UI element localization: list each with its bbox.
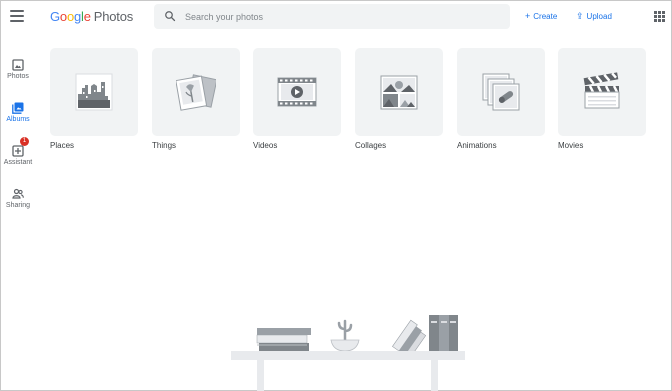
upload-label: Upload bbox=[586, 12, 612, 21]
hamburger-line bbox=[10, 20, 24, 22]
google-photos-logo[interactable]: Google Photos bbox=[50, 9, 133, 24]
category-card-collages[interactable] bbox=[355, 48, 443, 136]
videos-icon bbox=[277, 77, 317, 107]
sidebar-item-photos[interactable]: Photos bbox=[1, 58, 35, 80]
search-bar[interactable] bbox=[154, 4, 510, 29]
albums-icon bbox=[12, 101, 24, 114]
plus-icon: + bbox=[525, 11, 531, 21]
sidebar-item-label: Assistant bbox=[3, 159, 33, 166]
sidebar-item-albums[interactable]: Albums bbox=[1, 101, 35, 123]
sidebar-item-sharing[interactable]: Sharing bbox=[1, 187, 35, 209]
photo-icon bbox=[12, 58, 24, 71]
hamburger-line bbox=[10, 15, 24, 17]
main-menu-button[interactable] bbox=[10, 10, 24, 22]
search-icon bbox=[165, 11, 176, 22]
upload-button[interactable]: ⇪ Upload bbox=[576, 11, 612, 22]
category-label: Animations bbox=[457, 141, 497, 150]
category-card-things[interactable] bbox=[152, 48, 240, 136]
category-card-movies[interactable] bbox=[558, 48, 646, 136]
hamburger-line bbox=[10, 10, 24, 12]
create-button[interactable]: + Create bbox=[525, 11, 557, 21]
upload-icon: ⇪ bbox=[576, 11, 584, 21]
movies-icon bbox=[583, 72, 620, 109]
product-name: Photos bbox=[93, 9, 134, 24]
assistant-icon: 1 bbox=[12, 137, 29, 157]
category-card-places[interactable] bbox=[50, 48, 138, 136]
notification-badge: 1 bbox=[20, 137, 29, 146]
things-icon bbox=[176, 74, 216, 111]
sidebar-item-assistant[interactable]: 1 Assistant bbox=[1, 137, 35, 166]
sidebar-item-label: Photos bbox=[7, 73, 29, 80]
category-card-animations[interactable] bbox=[457, 48, 545, 136]
category-label: Movies bbox=[558, 141, 584, 150]
bookshelf-illustration bbox=[231, 315, 465, 391]
category-card-videos[interactable] bbox=[253, 48, 341, 136]
sharing-icon bbox=[12, 187, 24, 199]
category-label: Places bbox=[50, 141, 75, 150]
search-input[interactable] bbox=[185, 8, 485, 25]
app-window: GooglePhotos +Create ⇪Upload Photos bbox=[0, 0, 672, 391]
sidebar-item-label: Sharing bbox=[5, 202, 31, 209]
apps-grid-icon[interactable] bbox=[654, 11, 665, 22]
collages-icon bbox=[380, 75, 418, 110]
category-label: Videos bbox=[253, 141, 278, 150]
google-wordmark: Google bbox=[50, 9, 91, 24]
category-label: Things bbox=[152, 141, 177, 150]
top-bar: GooglePhotos +Create ⇪Upload bbox=[1, 1, 672, 33]
create-label: Create bbox=[533, 12, 558, 21]
category-label: Collages bbox=[355, 141, 387, 150]
places-icon bbox=[75, 73, 113, 111]
sidebar-item-label: Albums bbox=[6, 116, 30, 123]
animations-icon bbox=[482, 73, 520, 111]
